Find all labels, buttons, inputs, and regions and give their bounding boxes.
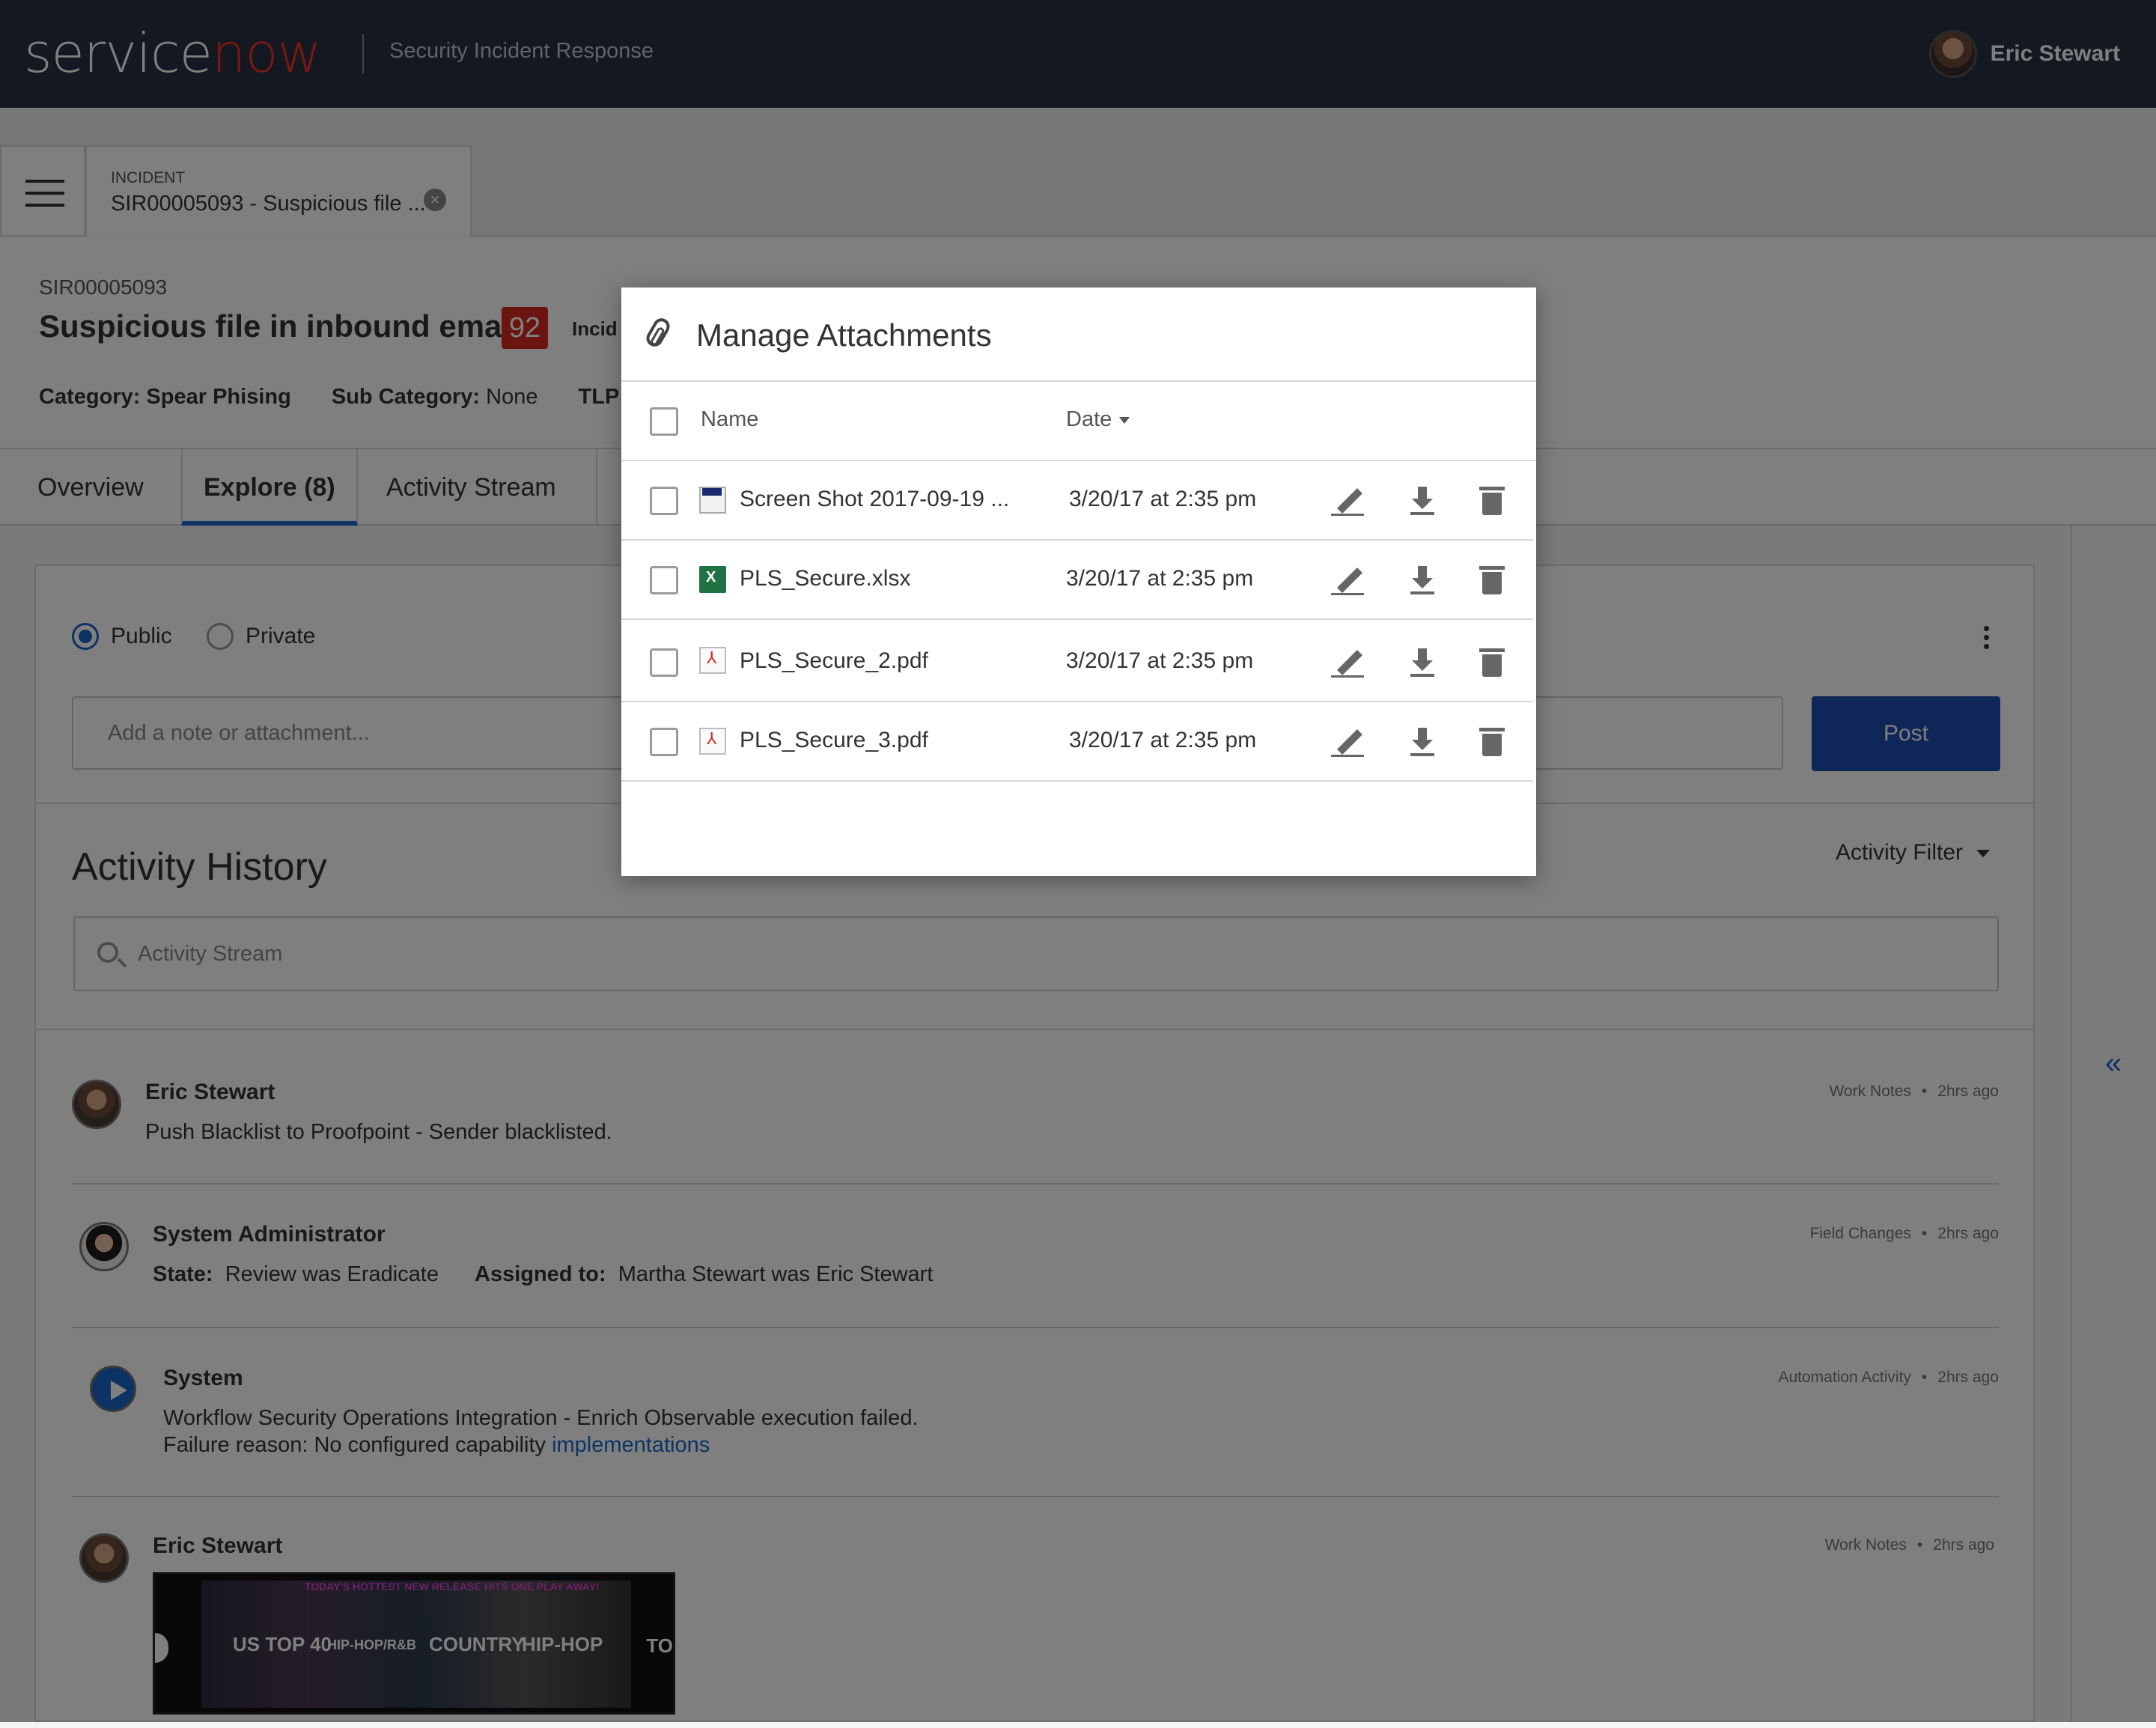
download-icon[interactable] [1409,725,1442,758]
column-name-header[interactable]: Name [701,407,758,432]
delete-icon[interactable] [1478,645,1511,678]
modal-header: Manage Attachments [621,288,1536,382]
file-name[interactable]: PLS_Secure.xlsx [740,566,910,591]
download-icon[interactable] [1409,484,1442,517]
table-row: PLS_Secure_2.pdf 3/20/17 at 2:35 pm [621,620,1533,702]
image-file-icon [699,487,726,514]
edit-icon[interactable] [1331,484,1364,517]
pdf-file-icon [699,728,726,755]
file-name[interactable]: PLS_Secure_2.pdf [740,648,928,674]
row-checkbox[interactable] [650,566,678,594]
download-icon[interactable] [1409,645,1442,678]
file-date: 3/20/17 at 2:35 pm [1066,648,1254,673]
row-checkbox[interactable] [650,487,678,515]
modal-title: Manage Attachments [696,317,992,353]
file-date: 3/20/17 at 2:35 pm [1069,487,1257,511]
delete-icon[interactable] [1478,563,1511,596]
manage-attachments-modal: Manage Attachments Name Date Screen Shot… [621,288,1536,876]
file-date: 3/20/17 at 2:35 pm [1066,566,1254,591]
delete-icon[interactable] [1478,725,1511,758]
select-all-checkbox[interactable] [650,407,678,436]
attachments-table-header: Name Date [621,382,1536,461]
edit-icon[interactable] [1331,645,1364,678]
file-name[interactable]: Screen Shot 2017-09-19 ... [740,487,1009,512]
pdf-file-icon [699,647,726,674]
sort-desc-icon [1119,416,1130,424]
paperclip-icon [643,315,673,350]
download-icon[interactable] [1409,563,1442,596]
edit-icon[interactable] [1331,725,1364,758]
edit-icon[interactable] [1331,563,1364,596]
file-date: 3/20/17 at 2:35 pm [1069,728,1257,752]
table-row: PLS_Secure.xlsx 3/20/17 at 2:35 pm [621,541,1533,620]
table-row: PLS_Secure_3.pdf 3/20/17 at 2:35 pm [621,702,1533,782]
excel-file-icon [699,566,726,593]
row-checkbox[interactable] [650,728,678,756]
table-row: Screen Shot 2017-09-19 ... 3/20/17 at 2:… [621,461,1533,541]
delete-icon[interactable] [1478,484,1511,517]
file-name[interactable]: PLS_Secure_3.pdf [740,728,928,753]
column-date-header[interactable]: Date [1066,407,1130,432]
row-checkbox[interactable] [650,648,678,677]
